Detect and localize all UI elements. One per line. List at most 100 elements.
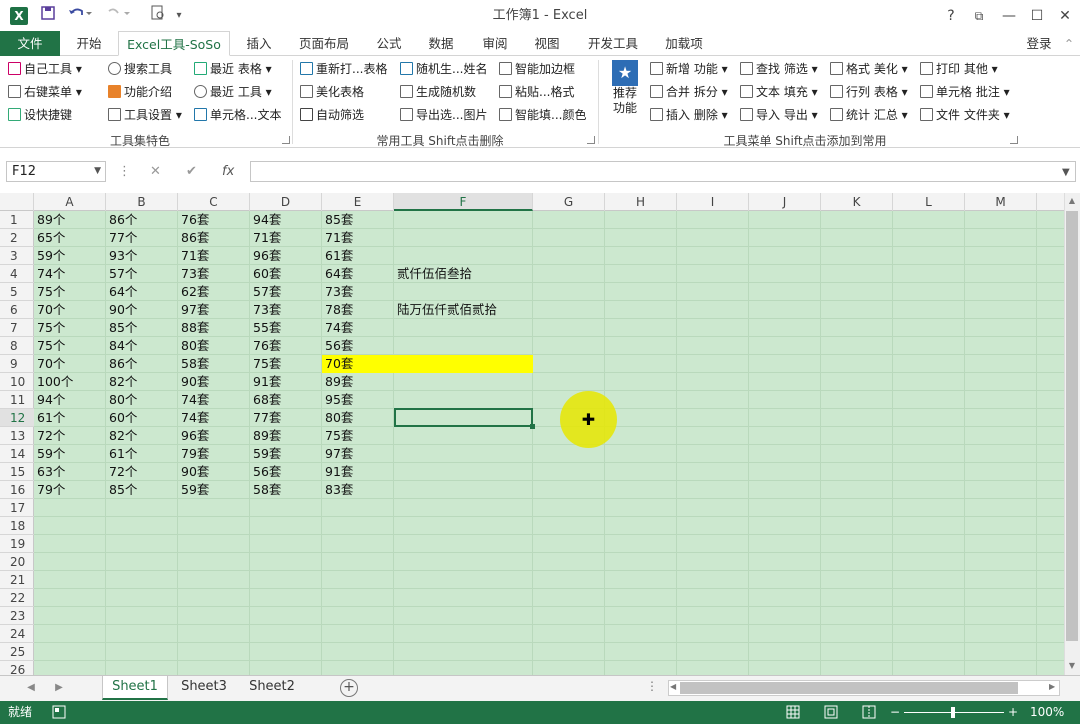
cell-a11[interactable]: 94个: [34, 391, 65, 409]
column-header-g[interactable]: G: [533, 193, 605, 211]
tab-developer[interactable]: 开发工具: [582, 31, 644, 56]
next-sheet-icon[interactable]: ▶: [52, 679, 66, 697]
zoom-in-icon[interactable]: +: [1008, 701, 1018, 724]
cell-b13[interactable]: 82个: [106, 427, 137, 445]
customize-qat-icon[interactable]: ▾: [172, 5, 186, 27]
text-fill-button[interactable]: 文本 填充 ▾: [740, 81, 818, 103]
row-header-2[interactable]: 2: [0, 229, 34, 247]
cell-a6[interactable]: 70个: [34, 301, 65, 319]
cell-d3[interactable]: 96套: [250, 247, 281, 265]
scroll-down-icon[interactable]: ▼: [1066, 661, 1078, 670]
cell-e12[interactable]: 80套: [322, 409, 353, 427]
cell-a3[interactable]: 59个: [34, 247, 65, 265]
row-header-11[interactable]: 11: [0, 391, 34, 409]
rows-tables-button[interactable]: 行列 表格 ▾: [830, 81, 908, 103]
column-header-b[interactable]: B: [106, 193, 178, 211]
row-header-12[interactable]: 12: [0, 409, 34, 427]
cell-d6[interactable]: 73套: [250, 301, 281, 319]
cell-c7[interactable]: 88套: [178, 319, 209, 337]
cell-F6[interactable]: 陆万伍仟贰佰贰拾: [394, 301, 497, 319]
cell-c12[interactable]: 74套: [178, 409, 209, 427]
cell-a15[interactable]: 63个: [34, 463, 65, 481]
random-name-button[interactable]: 随机生...姓名: [400, 58, 487, 80]
cell-a2[interactable]: 65个: [34, 229, 65, 247]
macro-record-icon[interactable]: [52, 701, 66, 724]
row-header-6[interactable]: 6: [0, 301, 34, 319]
row-header-14[interactable]: 14: [0, 445, 34, 463]
row-header-19[interactable]: 19: [0, 535, 34, 553]
add-sheet-icon[interactable]: +: [340, 679, 358, 697]
row-header-3[interactable]: 3: [0, 247, 34, 265]
smart-border-button[interactable]: 智能加边框: [499, 58, 575, 80]
maximize-icon[interactable]: ☐: [1024, 4, 1050, 28]
cell-a5[interactable]: 75个: [34, 283, 65, 301]
stats-summary-button[interactable]: 统计 汇总 ▾: [830, 104, 908, 126]
insert-delete-button[interactable]: 插入 删除 ▾: [650, 104, 728, 126]
cell-c5[interactable]: 62套: [178, 283, 209, 301]
cell-a12[interactable]: 61个: [34, 409, 65, 427]
cell-a7[interactable]: 75个: [34, 319, 65, 337]
row-header-1[interactable]: 1: [0, 211, 34, 229]
cell-b8[interactable]: 84个: [106, 337, 137, 355]
add-feature-button[interactable]: 新增 功能 ▾: [650, 58, 728, 80]
column-header-k[interactable]: K: [821, 193, 893, 211]
row-header-5[interactable]: 5: [0, 283, 34, 301]
cell-e14[interactable]: 97套: [322, 445, 353, 463]
row-header-25[interactable]: 25: [0, 643, 34, 661]
cell-d7[interactable]: 55套: [250, 319, 281, 337]
cell-b10[interactable]: 82个: [106, 373, 137, 391]
tab-home[interactable]: 开始: [64, 31, 114, 56]
column-header-c[interactable]: C: [178, 193, 250, 211]
tab-excel-tools-soso[interactable]: Excel工具-SoSo: [118, 31, 230, 56]
cell-text-button[interactable]: 单元格...文本: [194, 104, 281, 126]
cell-e2[interactable]: 71套: [322, 229, 353, 247]
column-header-f[interactable]: F: [394, 193, 533, 211]
row-header-17[interactable]: 17: [0, 499, 34, 517]
save-icon[interactable]: [38, 5, 58, 27]
set-shortcut-button[interactable]: 设快捷键: [8, 104, 72, 126]
cell-b12[interactable]: 60个: [106, 409, 137, 427]
row-header-8[interactable]: 8: [0, 337, 34, 355]
column-header-j[interactable]: J: [749, 193, 821, 211]
close-icon[interactable]: ✕: [1052, 4, 1078, 28]
cell-d8[interactable]: 76套: [250, 337, 281, 355]
collapse-ribbon-icon[interactable]: ⌃: [1060, 31, 1078, 56]
sheet-tab-sheet3[interactable]: Sheet3: [172, 676, 236, 700]
row-header-24[interactable]: 24: [0, 625, 34, 643]
tool-settings-button[interactable]: 工具设置 ▾: [108, 104, 182, 126]
cell-e6[interactable]: 78套: [322, 301, 353, 319]
cell-e3[interactable]: 61套: [322, 247, 353, 265]
cell-b6[interactable]: 90个: [106, 301, 137, 319]
cell-e5[interactable]: 73套: [322, 283, 353, 301]
print-preview-icon[interactable]: [146, 5, 170, 27]
own-tools-button[interactable]: 自己工具 ▾: [8, 58, 82, 80]
cell-c16[interactable]: 59套: [178, 481, 209, 499]
cell-a10[interactable]: 100个: [34, 373, 73, 391]
cell-d13[interactable]: 89套: [250, 427, 281, 445]
page-break-view-icon[interactable]: [862, 701, 876, 724]
scroll-left-icon[interactable]: ◀: [670, 682, 676, 691]
tab-data[interactable]: 数据: [418, 31, 464, 56]
search-tools-button[interactable]: 搜索工具: [108, 58, 172, 80]
row-header-4[interactable]: 4: [0, 265, 34, 283]
tab-insert[interactable]: 插入: [236, 31, 282, 56]
cell-a13[interactable]: 72个: [34, 427, 65, 445]
expand-formula-icon[interactable]: ▼: [1062, 162, 1070, 183]
zoom-out-icon[interactable]: −: [890, 701, 900, 724]
reprint-table-button[interactable]: 重新打...表格: [300, 58, 387, 80]
group-launcher-3-icon[interactable]: [1010, 136, 1018, 144]
column-header-a[interactable]: A: [34, 193, 106, 211]
page-layout-view-icon[interactable]: [824, 701, 838, 724]
horizontal-scroll-thumb[interactable]: [680, 682, 1018, 694]
name-box[interactable]: F12 ▼: [6, 161, 106, 182]
cell-c15[interactable]: 90套: [178, 463, 209, 481]
export-picture-button[interactable]: 导出选...图片: [400, 104, 487, 126]
context-menu-button[interactable]: 右键菜单 ▾: [8, 81, 82, 103]
cell-d12[interactable]: 77套: [250, 409, 281, 427]
cell-c6[interactable]: 97套: [178, 301, 209, 319]
cell-e10[interactable]: 89套: [322, 373, 353, 391]
cell-d5[interactable]: 57套: [250, 283, 281, 301]
cell-a16[interactable]: 79个: [34, 481, 65, 499]
cell-c11[interactable]: 74套: [178, 391, 209, 409]
cell-a14[interactable]: 59个: [34, 445, 65, 463]
